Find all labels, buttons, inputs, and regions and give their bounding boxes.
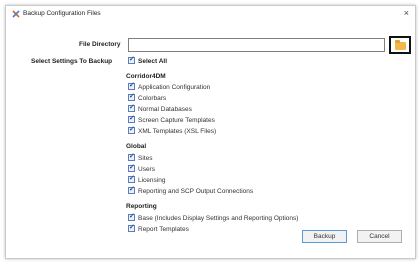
checkbox-report-templates[interactable] [128, 223, 135, 232]
item-label: Sites [138, 155, 153, 162]
file-directory-input[interactable] [128, 38, 385, 52]
file-directory-label: File Directory [79, 41, 121, 48]
checkbox-xml-templates[interactable] [128, 125, 135, 134]
item-label: Normal Databases [138, 106, 192, 113]
item-label: Report Templates [138, 226, 189, 233]
item-label: Application Configuration [138, 84, 211, 91]
folder-icon [395, 40, 406, 50]
item-label: XML Templates (XSL Files) [138, 128, 217, 135]
close-icon[interactable]: × [404, 8, 409, 18]
backup-dialog: Backup Configuration Files × File Direct… [5, 5, 416, 259]
item-label: Users [138, 166, 155, 173]
window-title: Backup Configuration Files [23, 10, 101, 17]
checkbox-reporting-scp-output[interactable] [128, 185, 135, 194]
cancel-button[interactable]: Cancel [357, 230, 402, 243]
group-title-global: Global [126, 143, 147, 150]
item-label: Licensing [138, 177, 166, 184]
tools-icon [12, 10, 20, 18]
group-title-reporting: Reporting [126, 203, 157, 210]
checkbox-colorbars[interactable] [128, 92, 135, 101]
select-all-checkbox[interactable] [128, 55, 135, 64]
item-label: Colorbars [138, 95, 167, 102]
title-bar: Backup Configuration Files × [6, 6, 415, 22]
group-title-corridor4dm: Corridor4DM [126, 73, 166, 80]
checkbox-sites[interactable] [128, 152, 135, 161]
checkbox-screen-capture-templates[interactable] [128, 114, 135, 123]
checkbox-licensing[interactable] [128, 174, 135, 183]
checkbox-application-configuration[interactable] [128, 81, 135, 90]
item-label: Screen Capture Templates [138, 117, 215, 124]
select-all-label: Select All [138, 58, 168, 65]
item-label: Base (Includes Display Settings and Repo… [138, 215, 299, 222]
checkbox-users[interactable] [128, 163, 135, 172]
select-settings-label: Select Settings To Backup [31, 58, 113, 65]
checkbox-normal-databases[interactable] [128, 103, 135, 112]
backup-button[interactable]: Backup [302, 230, 347, 243]
item-label: Reporting and SCP Output Connections [138, 188, 254, 195]
browse-button[interactable] [389, 36, 411, 54]
checkbox-base[interactable] [128, 212, 135, 221]
